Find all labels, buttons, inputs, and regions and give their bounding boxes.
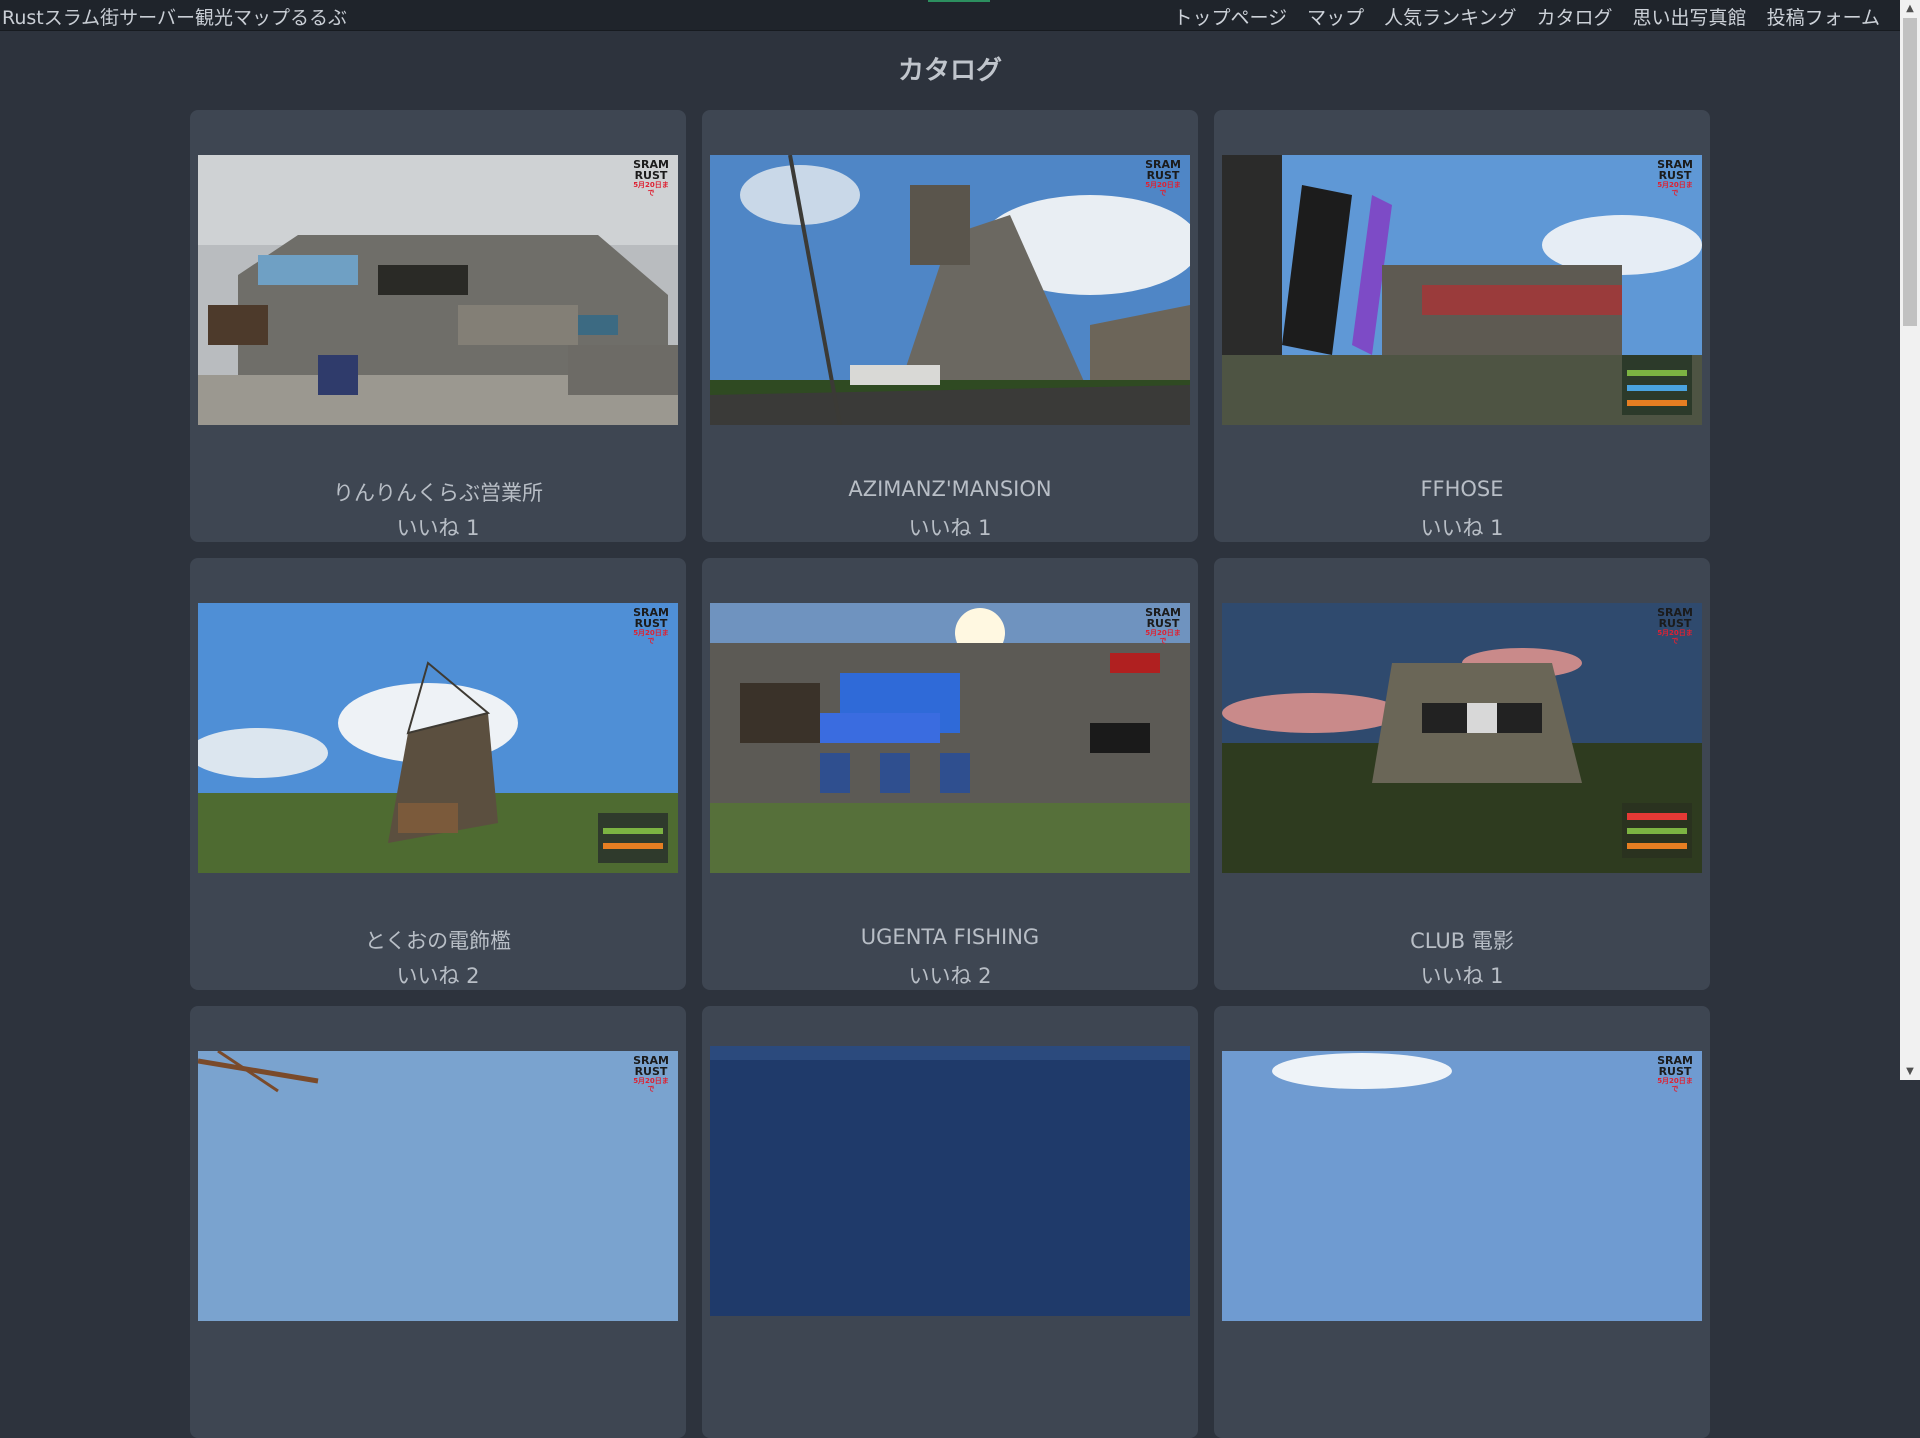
nav-photo-gallery[interactable]: 思い出写真館	[1633, 3, 1747, 30]
card-thumbnail[interactable]: SRAM RUST 5月20日まで	[710, 155, 1190, 425]
sram-rust-logo: SRAM RUST 5月20日まで	[1145, 606, 1181, 645]
catalog-card[interactable]: SRAM RUST 5月20日まで AZIMANZ'MANSION いいね 1	[702, 110, 1198, 542]
catalog-card[interactable]: SRAM RUST 5月20日まで りんりんくらぶ営業所 いいね 1	[190, 110, 686, 542]
card-title[interactable]: FFHOSE	[1214, 477, 1710, 501]
card-title[interactable]: りんりんくらぶ営業所	[190, 477, 686, 507]
sram-rust-logo: SRAM RUST 5月20日まで	[1145, 158, 1181, 197]
catalog-card[interactable]: SRAM RUST 5月20日まで UGENTA FISHING いいね 2	[702, 558, 1198, 990]
card-thumbnail[interactable]	[710, 1046, 1190, 1316]
card-likes: いいね 1	[1420, 516, 1504, 540]
catalog-card[interactable]	[702, 1006, 1198, 1438]
scrollbar-thumb[interactable]	[1903, 18, 1917, 326]
card-likes: いいね 1	[396, 516, 480, 540]
sram-rust-logo: SRAM RUST 5月20日まで	[1657, 158, 1693, 197]
scroll-down-arrow-icon[interactable]: ▼	[1900, 1063, 1920, 1080]
catalog-card[interactable]: SRAM RUST 5月20日まで	[1214, 1006, 1710, 1438]
nav-map[interactable]: マップ	[1307, 3, 1364, 30]
sram-rust-logo: SRAM RUST 5月20日まで	[633, 1054, 669, 1093]
catalog-card[interactable]: SRAM RUST 5月20日まで FFHOSE いいね 1	[1214, 110, 1710, 542]
card-likes: いいね 1	[1420, 964, 1504, 988]
nav-post-form[interactable]: 投稿フォーム	[1767, 3, 1880, 30]
sram-rust-logo: SRAM RUST 5月20日まで	[633, 158, 669, 197]
card-title[interactable]: とくおの電飾檻	[190, 925, 686, 955]
page-title: カタログ	[897, 56, 1002, 86]
top-navbar: Rustスラム街サーバー観光マップるるぶ トップページ マップ 人気ランキング …	[0, 0, 1900, 31]
catalog-card[interactable]: SRAM RUST 5月20日まで CLUB 電影 いいね 1	[1214, 558, 1710, 990]
catalog-card[interactable]: SRAM RUST 5月20日まで とくおの電飾檻 いいね 2	[190, 558, 686, 990]
vertical-scrollbar[interactable]: ▲ ▼	[1900, 0, 1920, 1080]
nav-catalog[interactable]: カタログ	[1537, 3, 1613, 30]
catalog-card[interactable]: SRAM RUST 5月20日まで	[190, 1006, 686, 1438]
card-thumbnail[interactable]: SRAM RUST 5月20日まで	[1222, 1051, 1702, 1321]
card-likes: いいね 1	[908, 516, 992, 540]
card-likes: いいね 2	[908, 964, 992, 988]
site-title[interactable]: Rustスラム街サーバー観光マップるるぶ	[2, 3, 347, 30]
sram-rust-logo: SRAM RUST 5月20日まで	[1657, 606, 1693, 645]
main-nav: トップページ マップ 人気ランキング カタログ 思い出写真館 投稿フォーム	[1153, 3, 1880, 30]
card-likes: いいね 2	[396, 964, 480, 988]
card-title[interactable]: CLUB 電影	[1214, 925, 1710, 955]
card-thumbnail[interactable]: SRAM RUST 5月20日まで	[198, 155, 678, 425]
sram-rust-logo: SRAM RUST 5月20日まで	[633, 606, 669, 645]
sram-rust-logo: SRAM RUST 5月20日まで	[1657, 1054, 1693, 1093]
card-thumbnail[interactable]: SRAM RUST 5月20日まで	[710, 603, 1190, 873]
active-tab-indicator	[928, 0, 990, 2]
nav-ranking[interactable]: 人気ランキング	[1384, 3, 1516, 30]
card-title[interactable]: AZIMANZ'MANSION	[702, 477, 1198, 501]
card-thumbnail[interactable]: SRAM RUST 5月20日まで	[1222, 155, 1702, 425]
catalog-grid: SRAM RUST 5月20日まで りんりんくらぶ営業所 いいね 1 SRAM RUS…	[190, 110, 1710, 1438]
card-thumbnail[interactable]: SRAM RUST 5月20日まで	[1222, 603, 1702, 873]
card-thumbnail[interactable]: SRAM RUST 5月20日まで	[198, 603, 678, 873]
card-thumbnail[interactable]: SRAM RUST 5月20日まで	[198, 1051, 678, 1321]
nav-top-page[interactable]: トップページ	[1173, 3, 1287, 30]
scroll-up-arrow-icon[interactable]: ▲	[1900, 0, 1920, 17]
card-title[interactable]: UGENTA FISHING	[702, 925, 1198, 949]
